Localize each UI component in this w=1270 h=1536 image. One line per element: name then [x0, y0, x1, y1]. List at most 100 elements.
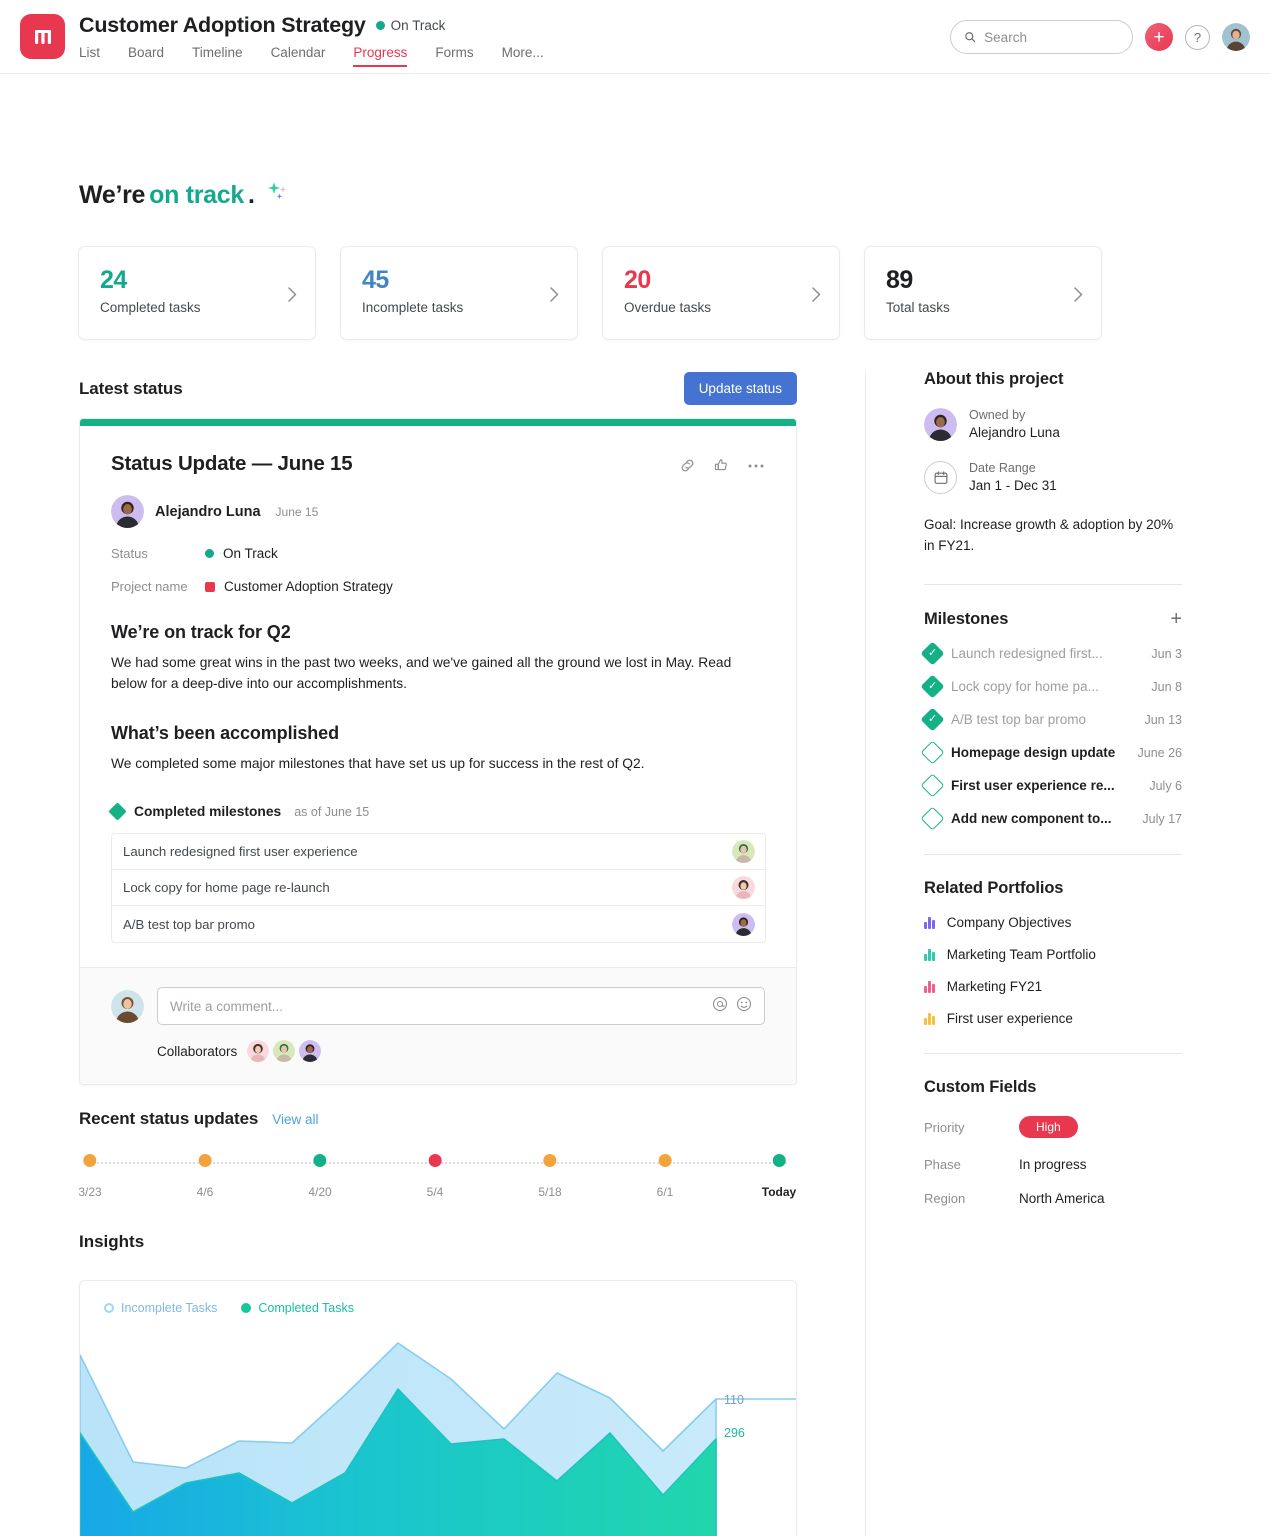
- custom-field-priority[interactable]: Priority High: [924, 1116, 1182, 1139]
- list-item[interactable]: ✓ Lock copy for home pa... Jun 8: [920, 674, 1182, 699]
- stat-card-incomplete[interactable]: 45 Incomplete tasks: [340, 246, 578, 340]
- stat-value: 45: [362, 266, 389, 294]
- thumbs-up-icon[interactable]: [713, 457, 730, 474]
- timeline-point[interactable]: 5/18: [538, 1152, 562, 1199]
- table-row[interactable]: Lock copy for home page re-launch: [112, 870, 765, 907]
- stat-card-completed[interactable]: 24 Completed tasks: [78, 246, 316, 340]
- link-icon[interactable]: [679, 457, 696, 474]
- timeline-point[interactable]: 4/6: [197, 1152, 213, 1199]
- chevron-right-icon[interactable]: [288, 287, 297, 305]
- list-item[interactable]: Homepage design update June 26: [920, 740, 1182, 765]
- headline-accent: on track: [149, 181, 244, 209]
- tab-calendar[interactable]: Calendar: [257, 45, 340, 67]
- timeline-point[interactable]: 6/1: [657, 1152, 673, 1199]
- list-item[interactable]: Add new component to... July 17: [920, 806, 1182, 831]
- table-row[interactable]: A/B test top bar promo: [112, 906, 765, 942]
- avatar[interactable]: [732, 912, 755, 936]
- stat-card-overdue[interactable]: 20 Overdue tasks: [602, 246, 840, 340]
- tab-list[interactable]: List: [79, 45, 114, 67]
- author-row: Alejandro Luna June 15: [111, 495, 765, 528]
- milestone-date: Jun 8: [1151, 679, 1182, 694]
- custom-field-label: Priority: [924, 1119, 965, 1135]
- headline-prefix: We’re: [79, 181, 146, 209]
- stat-label: Total tasks: [886, 299, 950, 315]
- stat-card-total[interactable]: 89 Total tasks: [864, 246, 1102, 340]
- headline-suffix: .: [248, 181, 255, 209]
- portfolio-chart-icon: [924, 1012, 935, 1026]
- avatar[interactable]: [732, 876, 755, 900]
- owner-row[interactable]: Owned by Alejandro Luna: [924, 407, 1182, 442]
- avatar[interactable]: [299, 1040, 322, 1063]
- milestone-open-icon: [920, 773, 945, 798]
- status-timeline: 3/23 4/6 4/20 5/4 5/18 6/1 Today: [78, 1152, 797, 1212]
- tab-more[interactable]: More...: [488, 45, 558, 67]
- chevron-right-icon[interactable]: [1074, 287, 1083, 305]
- timeline-dot-icon: [658, 1154, 672, 1167]
- timeline-point[interactable]: 5/4: [427, 1152, 443, 1199]
- tab-progress[interactable]: Progress: [339, 45, 421, 67]
- chevron-right-icon[interactable]: [550, 287, 559, 305]
- list-item[interactable]: Company Objectives: [924, 915, 1182, 930]
- milestone-diamond-icon: [108, 802, 127, 821]
- stat-label: Incomplete tasks: [362, 299, 464, 315]
- list-item[interactable]: Marketing FY21: [924, 979, 1182, 994]
- sparkle-icon: [265, 179, 291, 212]
- table-row[interactable]: Launch redesigned first user experience: [112, 834, 765, 871]
- search-input[interactable]: [984, 29, 1119, 45]
- tab-forms[interactable]: Forms: [421, 45, 487, 67]
- list-item[interactable]: First user experience re... July 6: [920, 773, 1182, 798]
- avatar[interactable]: [111, 989, 144, 1023]
- milestone-name: Lock copy for home page re-launch: [123, 880, 330, 896]
- update-status-button[interactable]: Update status: [683, 372, 797, 405]
- stat-value: 24: [100, 266, 127, 294]
- avatar[interactable]: [273, 1040, 296, 1063]
- create-button[interactable]: +: [1145, 23, 1173, 51]
- add-milestone-button[interactable]: +: [1170, 609, 1182, 629]
- timeline-point[interactable]: 4/20: [308, 1152, 332, 1199]
- list-item[interactable]: ✓ Launch redesigned first... Jun 3: [920, 641, 1182, 666]
- custom-field-phase[interactable]: Phase In progress: [924, 1157, 1182, 1172]
- search-icon: [965, 32, 976, 43]
- date-range-row[interactable]: Date Range Jan 1 - Dec 31: [924, 460, 1182, 495]
- search-box[interactable]: [950, 20, 1133, 54]
- custom-field-label: Phase: [924, 1157, 961, 1173]
- list-item[interactable]: Marketing Team Portfolio: [924, 947, 1182, 962]
- status-badge[interactable]: On Track: [375, 18, 445, 33]
- sidebar-divider: [865, 370, 866, 1536]
- emoji-icon[interactable]: [736, 996, 752, 1017]
- comment-input-wrapper[interactable]: [157, 987, 765, 1026]
- timeline-point[interactable]: Today: [762, 1152, 796, 1199]
- asana-trident-icon[interactable]: [20, 14, 65, 59]
- avatar[interactable]: [924, 408, 957, 442]
- timeline-dot-icon: [313, 1154, 327, 1167]
- help-button[interactable]: ?: [1185, 24, 1210, 50]
- custom-field-region[interactable]: Region North America: [924, 1191, 1182, 1206]
- chevron-right-icon[interactable]: [812, 287, 821, 305]
- comment-input[interactable]: [170, 998, 712, 1014]
- list-item[interactable]: ✓ A/B test top bar promo Jun 13: [920, 707, 1182, 732]
- custom-field-value: North America: [1019, 1191, 1105, 1207]
- tab-board[interactable]: Board: [114, 45, 178, 67]
- avatar[interactable]: [247, 1040, 270, 1063]
- milestone-open-icon: [920, 806, 945, 831]
- project-meta-row: Project name Customer Adoption Strategy: [111, 579, 765, 594]
- stat-label: Overdue tasks: [624, 299, 712, 315]
- tab-timeline[interactable]: Timeline: [178, 45, 257, 67]
- section-title-about: About this project: [924, 370, 1064, 388]
- timeline-dot-icon: [428, 1154, 442, 1167]
- portfolio-chart-icon: [924, 948, 935, 962]
- completed-milestones-asof: as of June 15: [294, 804, 370, 819]
- status-card-body: Status Update — June 15 Alejandro Luna J…: [80, 426, 796, 967]
- milestone-completed-icon: ✓: [920, 674, 945, 699]
- avatar[interactable]: [1222, 23, 1250, 51]
- avatar[interactable]: [111, 495, 144, 528]
- timeline-point[interactable]: 3/23: [78, 1152, 102, 1199]
- mention-icon[interactable]: [712, 996, 728, 1017]
- timeline-label: 3/23: [78, 1185, 102, 1199]
- portfolio-name: Marketing Team Portfolio: [946, 947, 1096, 963]
- status-heading-1: We’re on track for Q2: [111, 622, 291, 642]
- view-all-link[interactable]: View all: [272, 1112, 318, 1127]
- list-item[interactable]: First user experience: [924, 1011, 1182, 1026]
- more-icon[interactable]: [747, 463, 765, 469]
- avatar[interactable]: [732, 840, 755, 864]
